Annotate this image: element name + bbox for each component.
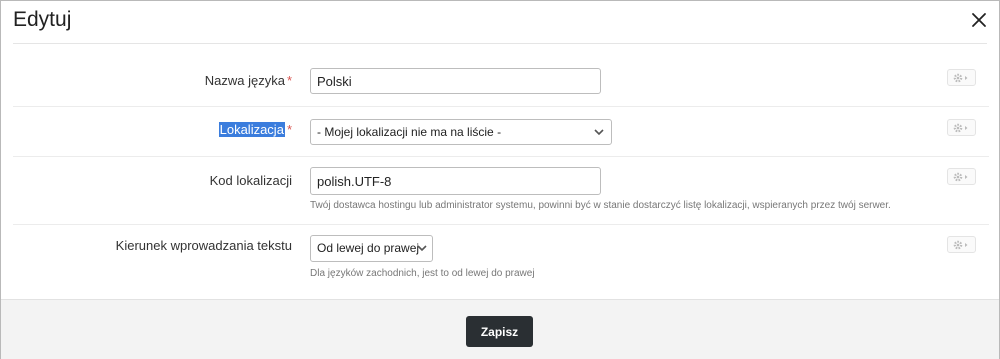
required-marker: * <box>286 122 292 137</box>
modal-header: Edytuj <box>13 1 987 44</box>
language-name-input[interactable] <box>310 68 601 94</box>
settings-button[interactable] <box>947 69 976 86</box>
gear-icon <box>953 123 968 133</box>
locale-code-help: Twój dostawca hostingu lub administrator… <box>310 200 891 211</box>
row-language-name: Nazwa języka * <box>13 55 989 107</box>
required-marker: * <box>286 73 292 88</box>
gear-icon <box>953 240 968 250</box>
locale-select[interactable]: - Mojej lokalizacji nie ma na liście - <box>310 119 612 145</box>
save-button[interactable]: Zapisz <box>466 316 533 347</box>
close-button[interactable] <box>971 12 987 28</box>
locale-code-input[interactable] <box>310 167 601 195</box>
locale-label: Lokalizacja * <box>218 122 292 137</box>
close-icon <box>972 13 986 27</box>
modal-footer: Zapisz <box>1 299 999 359</box>
row-locale-code: Kod lokalizacji Twój dostawca hostingu l… <box>13 157 989 225</box>
locale-code-label: Kod lokalizacji <box>209 173 292 188</box>
text-direction-label: Kierunek wprowadzania tekstu <box>115 238 292 253</box>
chevron-down-icon <box>417 245 427 252</box>
modal-title: Edytuj <box>13 8 72 31</box>
settings-button[interactable] <box>947 168 976 185</box>
text-direction-select[interactable]: Od lewej do prawej <box>310 235 433 262</box>
language-name-label: Nazwa języka * <box>204 73 292 88</box>
gear-icon <box>953 73 968 83</box>
row-locale: Lokalizacja * - Mojej lokalizacji nie ma … <box>13 107 989 157</box>
settings-button[interactable] <box>947 236 976 253</box>
row-text-direction: Kierunek wprowadzania tekstu Od lewej do… <box>13 225 989 297</box>
chevron-down-icon <box>594 129 604 136</box>
text-direction-help: Dla języków zachodnich, jest to od lewej… <box>310 268 535 279</box>
edit-modal: Edytuj Nazwa języka* Lokalizacja* - Moje… <box>0 0 1000 359</box>
gear-icon <box>953 172 968 182</box>
settings-button[interactable] <box>947 119 976 136</box>
